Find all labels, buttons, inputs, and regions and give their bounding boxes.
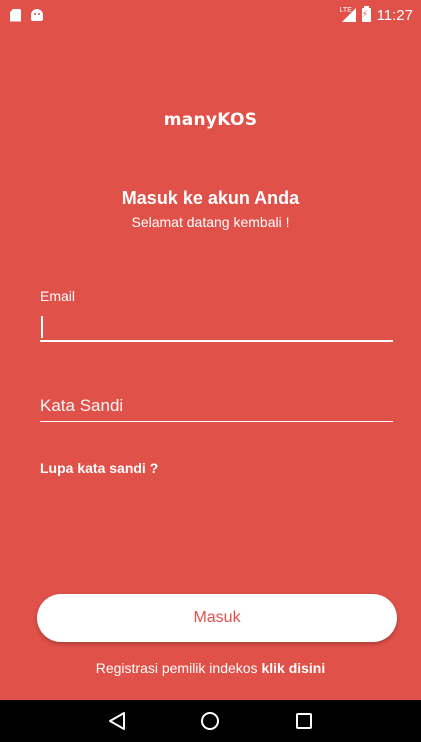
page-title: Masuk ke akun Anda	[121, 188, 300, 208]
app-logo: manyKOS	[163, 110, 258, 130]
register-prompt: Registrasi pemilik indekos klik disini	[0, 660, 421, 676]
clock: 11:27	[376, 6, 413, 24]
android-icon	[31, 9, 43, 21]
register-link[interactable]: klik disini	[261, 660, 325, 676]
page-subtitle: Selamat datang kembali !	[131, 214, 290, 230]
register-text: Registrasi pemilik indekos	[95, 660, 258, 676]
login-button[interactable]: Masuk	[37, 594, 397, 642]
status-left	[10, 8, 43, 22]
recents-square-icon[interactable]	[292, 709, 316, 733]
text-cursor	[41, 316, 43, 338]
home-circle-icon[interactable]	[198, 709, 222, 733]
battery-charging-icon	[361, 6, 371, 22]
email-label: Email	[40, 288, 76, 304]
sd-card-icon	[10, 8, 21, 22]
lte-signal-icon: LTE	[339, 7, 356, 22]
email-field[interactable]	[40, 312, 393, 342]
password-field-container: Kata Sandi	[40, 392, 393, 422]
password-field[interactable]: Kata Sandi	[40, 392, 393, 422]
email-field-container: Email	[40, 288, 393, 342]
navigation-bar	[0, 700, 421, 742]
forgot-password-link[interactable]: Lupa kata sandi ?	[40, 460, 158, 476]
lte-label: LTE	[339, 7, 352, 14]
status-right: LTE 11:27	[339, 6, 413, 24]
back-triangle-icon[interactable]	[105, 709, 129, 733]
status-bar: LTE 11:27	[0, 0, 421, 30]
